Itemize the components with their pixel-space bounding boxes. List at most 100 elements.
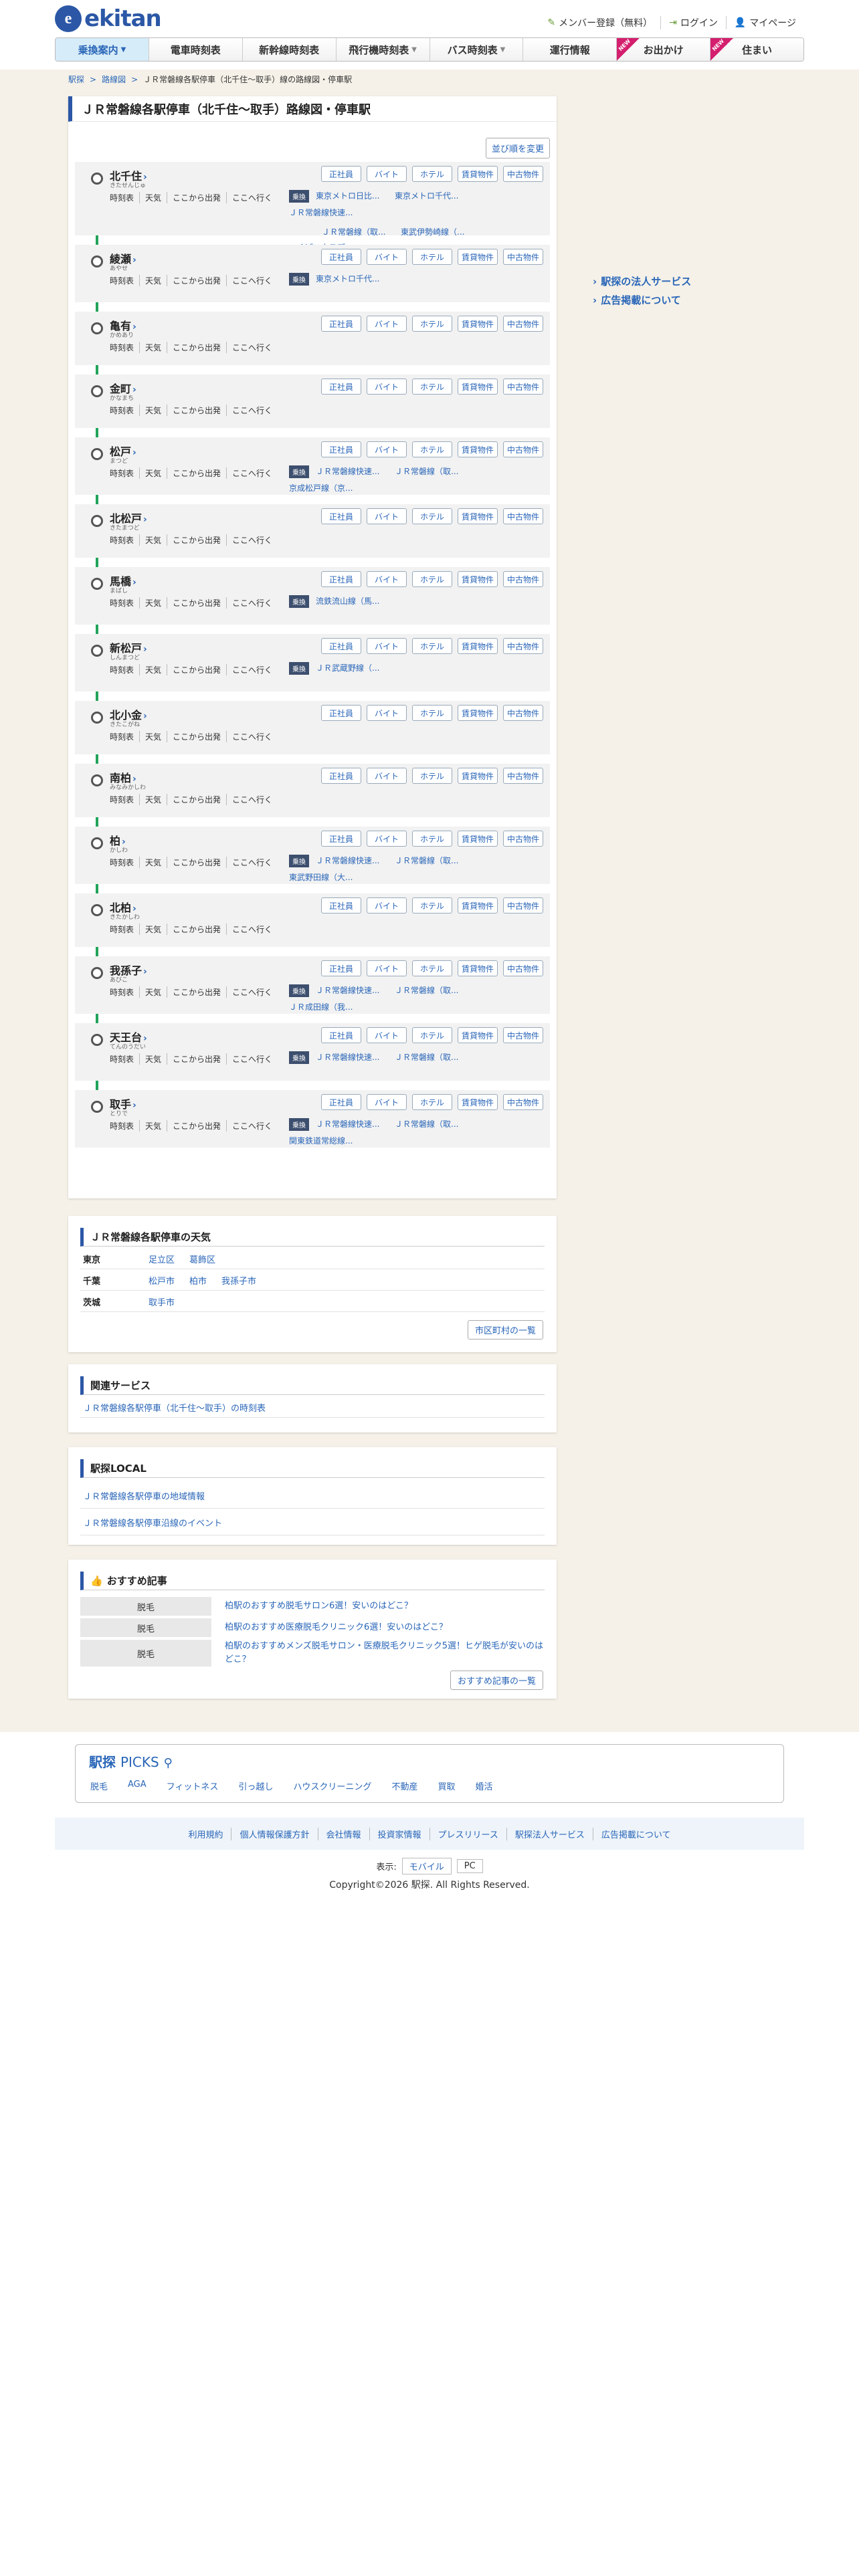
hotel-button[interactable]: ホテル [412, 1094, 452, 1110]
sidebar-corporate-link[interactable]: › 駅探の法人サービス [593, 274, 691, 288]
footer-link[interactable]: 会社情報 [317, 1827, 369, 1840]
fulltime-button[interactable]: 正社員 [321, 705, 361, 721]
used-property-button[interactable]: 中古物件 [503, 508, 543, 524]
station-weather-link[interactable]: 天気 [139, 664, 167, 675]
transfer-line-link[interactable]: ＪＲ常磐線快速... [289, 207, 368, 218]
transfer-line-link[interactable]: 東武野田線（大... [289, 871, 368, 883]
fulltime-button[interactable]: 正社員 [321, 960, 361, 976]
fulltime-button[interactable]: 正社員 [321, 249, 361, 265]
transfer-line-link[interactable]: 関東鉄道常総線... [289, 1135, 368, 1146]
weather-city-link[interactable]: 松戸市 [149, 1274, 175, 1287]
parttime-button[interactable]: バイト [367, 1027, 407, 1043]
station-weather-link[interactable]: 天気 [139, 1053, 167, 1065]
station-weather-link[interactable]: 天気 [139, 192, 167, 203]
transfer-line-link[interactable]: 東武伊勢崎線（... [401, 226, 480, 237]
fulltime-button[interactable]: 正社員 [321, 1094, 361, 1110]
parttime-button[interactable]: バイト [367, 897, 407, 914]
gnav-item-1[interactable]: 電車時刻表 [149, 38, 243, 61]
station-depart-from-link[interactable]: ここから出発 [167, 924, 226, 935]
transfer-line-link[interactable]: 京成松戸線（京... [289, 482, 368, 494]
picks-category-link[interactable]: AGA [128, 1780, 147, 1792]
local-area-info-link[interactable]: ＪＲ常磐線各駅停車の地域情報 [80, 1483, 545, 1509]
used-property-button[interactable]: 中古物件 [503, 897, 543, 914]
station-go-to-link[interactable]: ここへ行く [226, 275, 278, 286]
station-weather-link[interactable]: 天気 [139, 924, 167, 935]
fulltime-button[interactable]: 正社員 [321, 166, 361, 182]
transfer-line-link[interactable]: ＪＲ常磐線快速... [316, 1051, 395, 1064]
parttime-button[interactable]: バイト [367, 441, 407, 457]
hotel-button[interactable]: ホテル [412, 249, 452, 265]
transfer-line-link[interactable]: ＪＲ常磐線（取... [395, 984, 474, 997]
station-weather-link[interactable]: 天気 [139, 342, 167, 353]
used-property-button[interactable]: 中古物件 [503, 316, 543, 332]
transfer-line-link[interactable]: ＪＲ常磐線快速... [316, 1118, 395, 1131]
sort-order-button[interactable]: 並び順を変更 [485, 138, 550, 158]
gnav-item-4[interactable]: バス時刻表 ▼ [430, 38, 524, 61]
hotel-button[interactable]: ホテル [412, 166, 452, 182]
station-go-to-link[interactable]: ここへ行く [226, 1120, 278, 1132]
fulltime-button[interactable]: 正社員 [321, 768, 361, 784]
rental-button[interactable]: 賃貸物件 [458, 571, 498, 587]
parttime-button[interactable]: バイト [367, 831, 407, 847]
hotel-button[interactable]: ホテル [412, 316, 452, 332]
station-go-to-link[interactable]: ここへ行く [226, 192, 278, 203]
used-property-button[interactable]: 中古物件 [503, 166, 543, 182]
rental-button[interactable]: 賃貸物件 [458, 705, 498, 721]
picks-category-link[interactable]: 不動産 [391, 1780, 417, 1792]
station-timetable-link[interactable]: 時刻表 [110, 405, 139, 416]
station-go-to-link[interactable]: ここへ行く [226, 467, 278, 479]
transfer-line-link[interactable]: ＪＲ常磐線快速... [316, 984, 395, 997]
picks-category-link[interactable]: 脱毛 [90, 1780, 108, 1792]
hotel-button[interactable]: ホテル [412, 379, 452, 395]
parttime-button[interactable]: バイト [367, 960, 407, 976]
transfer-line-link[interactable]: 東京メトロ千代... [395, 190, 474, 203]
transfer-line-link[interactable]: 流鉄流山線（馬... [316, 595, 395, 608]
hotel-button[interactable]: ホテル [412, 441, 452, 457]
hotel-button[interactable]: ホテル [412, 960, 452, 976]
hotel-button[interactable]: ホテル [412, 508, 452, 524]
weather-city-link[interactable]: 葛飾区 [189, 1253, 215, 1265]
gnav-item-2[interactable]: 新幹線時刻表 [242, 38, 337, 61]
rental-button[interactable]: 賃貸物件 [458, 960, 498, 976]
station-go-to-link[interactable]: ここへ行く [226, 534, 278, 546]
used-property-button[interactable]: 中古物件 [503, 768, 543, 784]
station-go-to-link[interactable]: ここへ行く [226, 924, 278, 935]
station-weather-link[interactable]: 天気 [139, 794, 167, 805]
used-property-button[interactable]: 中古物件 [503, 960, 543, 976]
login-link[interactable]: ⇥ ログイン [660, 16, 726, 29]
used-property-button[interactable]: 中古物件 [503, 379, 543, 395]
used-property-button[interactable]: 中古物件 [503, 705, 543, 721]
hotel-button[interactable]: ホテル [412, 897, 452, 914]
transfer-line-link[interactable]: ＪＲ常磐線（取... [395, 465, 474, 478]
station-depart-from-link[interactable]: ここから出発 [167, 467, 226, 479]
station-weather-link[interactable]: 天気 [139, 467, 167, 479]
transfer-line-link[interactable]: ＪＲ常磐線（取... [322, 226, 401, 237]
transfer-line-link[interactable]: ＪＲ成田線（我... [289, 1001, 368, 1012]
used-property-button[interactable]: 中古物件 [503, 1027, 543, 1043]
ekitan-logo[interactable]: e ekitan [55, 5, 162, 32]
parttime-button[interactable]: バイト [367, 379, 407, 395]
articles-more-button[interactable]: おすすめ記事の一覧 [450, 1671, 543, 1690]
footer-link[interactable]: 投資家情報 [369, 1827, 430, 1840]
member-register-link[interactable]: ✎ メンバー登録（無料） [539, 16, 660, 29]
hotel-button[interactable]: ホテル [412, 638, 452, 654]
breadcrumb-home[interactable]: 駅探 [68, 75, 84, 84]
transfer-line-link[interactable]: ＪＲ常磐線（取... [395, 1118, 474, 1131]
station-depart-from-link[interactable]: ここから出発 [167, 342, 226, 353]
used-property-button[interactable]: 中古物件 [503, 249, 543, 265]
station-timetable-link[interactable]: 時刻表 [110, 731, 139, 742]
rental-button[interactable]: 賃貸物件 [458, 316, 498, 332]
station-depart-from-link[interactable]: ここから出発 [167, 597, 226, 609]
station-depart-from-link[interactable]: ここから出発 [167, 664, 226, 675]
parttime-button[interactable]: バイト [367, 705, 407, 721]
station-depart-from-link[interactable]: ここから出発 [167, 986, 226, 998]
picks-category-link[interactable]: ハウスクリーニング [293, 1780, 371, 1792]
station-weather-link[interactable]: 天気 [139, 597, 167, 609]
fulltime-button[interactable]: 正社員 [321, 897, 361, 914]
station-go-to-link[interactable]: ここへ行く [226, 1053, 278, 1065]
weather-city-link[interactable]: 足立区 [149, 1253, 175, 1265]
station-weather-link[interactable]: 天気 [139, 731, 167, 742]
station-weather-link[interactable]: 天気 [139, 986, 167, 998]
fulltime-button[interactable]: 正社員 [321, 831, 361, 847]
transfer-line-link[interactable]: ＪＲ常磐線快速... [316, 855, 395, 867]
